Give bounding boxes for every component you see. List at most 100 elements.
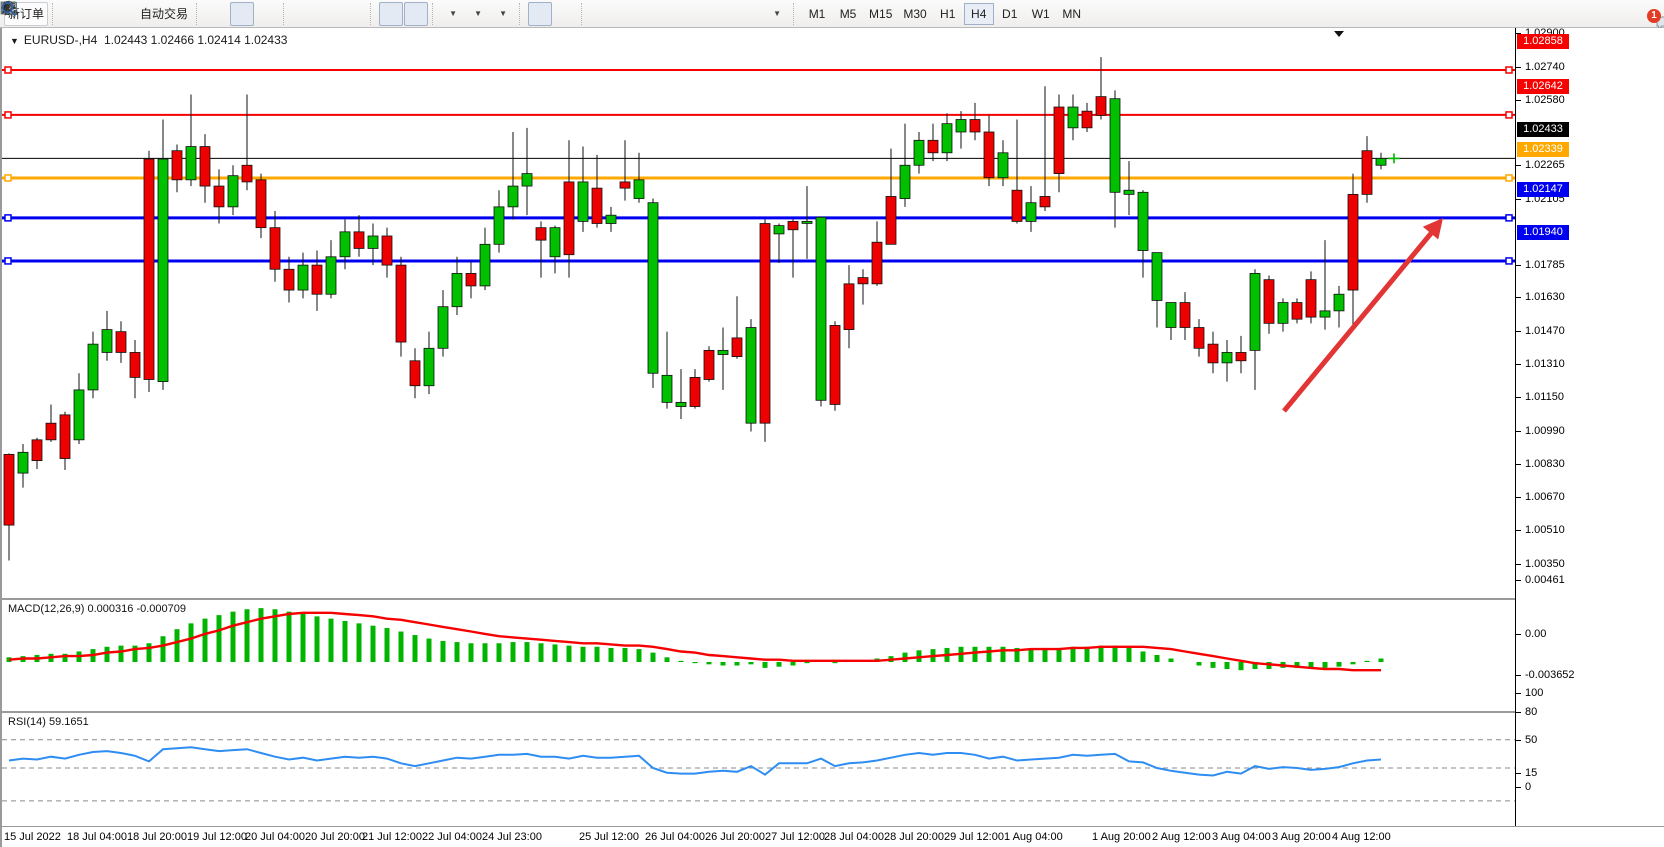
tick-mark	[1516, 740, 1521, 741]
scroll-end-marker[interactable]	[1334, 31, 1344, 37]
fibonacci-button[interactable]: F	[690, 2, 714, 26]
toolbar-separator	[432, 3, 437, 25]
arrows-caret-icon: ▼	[773, 9, 781, 18]
periods-button[interactable]: ▼	[466, 2, 490, 26]
tick-mark	[1516, 165, 1521, 166]
tick-mark	[1516, 397, 1521, 398]
chart-title: ▼EURUSD-,H4 1.02443 1.02466 1.02414 1.02…	[10, 33, 287, 47]
bar-chart-button[interactable]	[205, 2, 229, 26]
date-label: 19 Jul 12:00	[187, 831, 247, 843]
rsi-panel[interactable]	[2, 713, 1515, 824]
price-tick: 1.01310	[1525, 358, 1565, 370]
price-line-badge: 1.02642	[1517, 79, 1569, 94]
tick-mark	[1516, 431, 1521, 432]
cursor-button[interactable]	[528, 2, 552, 26]
trendline-button[interactable]	[640, 2, 664, 26]
macd-tick: 0.00	[1525, 628, 1546, 640]
timeframe-w1[interactable]: W1	[1026, 3, 1056, 25]
timeframe-m30[interactable]: M30	[898, 3, 931, 25]
rsi-label: RSI(14) 59.1651	[8, 716, 89, 728]
market-watch-button[interactable]	[86, 2, 110, 26]
autotrading-button[interactable]: 自动交易	[136, 2, 192, 26]
price-axis[interactable]: 1.029001.027401.025801.022651.021051.017…	[1515, 28, 1664, 826]
tick-mark	[1516, 712, 1521, 713]
date-label: 20 Jul 04:00	[245, 831, 305, 843]
tick-mark	[1516, 464, 1521, 465]
date-label: 18 Jul 04:00	[67, 831, 127, 843]
periods-caret-icon: ▼	[474, 9, 482, 18]
date-label: 18 Jul 20:00	[127, 831, 187, 843]
notification-badge: 1	[1647, 9, 1661, 23]
auto-scroll-button[interactable]	[379, 2, 403, 26]
toolbar-separator	[370, 3, 375, 25]
date-label: 25 Jul 12:00	[579, 831, 639, 843]
zoom-in-button[interactable]	[292, 2, 316, 26]
chart-shift-button[interactable]	[404, 2, 428, 26]
date-label: 1 Aug 04:00	[1004, 831, 1063, 843]
line-chart-button[interactable]	[255, 2, 279, 26]
toolbar-separator	[283, 3, 288, 25]
templates-caret-icon: ▼	[499, 9, 507, 18]
timeframe-m15[interactable]: M15	[864, 3, 897, 25]
tick-mark	[1516, 693, 1521, 694]
templates-button[interactable]: ▼	[491, 2, 515, 26]
date-label: 26 Jul 04:00	[645, 831, 705, 843]
tick-mark	[1516, 675, 1521, 676]
date-label: 15 Jul 2022	[4, 831, 61, 843]
date-label: 22 Jul 04:00	[422, 831, 482, 843]
date-axis[interactable]: 15 Jul 2022 18 Jul 04:0018 Jul 20:0019 Ju…	[2, 826, 1664, 847]
timeframe-h4[interactable]: H4	[964, 3, 994, 25]
price-tick: 1.02580	[1525, 94, 1565, 106]
macd-label: MACD(12,26,9) 0.000316 -0.000709	[8, 603, 186, 615]
main-chart[interactable]	[2, 28, 1515, 598]
tick-mark	[1516, 497, 1521, 498]
price-tick: 1.00990	[1525, 425, 1565, 437]
toolbar-separator	[581, 3, 586, 25]
toolbar-separator	[196, 3, 201, 25]
zoom-out-button[interactable]	[317, 2, 341, 26]
timeframe-m1[interactable]: M1	[802, 3, 832, 25]
rsi-tick: 15	[1525, 767, 1537, 779]
toolbar-separator	[52, 3, 57, 25]
main-toolbar: 新订单 自动交易 ▼ ▼	[0, 0, 1664, 28]
tick-mark	[1516, 564, 1521, 565]
macd-panel[interactable]	[2, 600, 1515, 711]
timeframe-mn[interactable]: MN	[1057, 3, 1087, 25]
date-label: 28 Jul 20:00	[884, 831, 944, 843]
hlines-layer	[2, 67, 1515, 264]
equidistant-channel-button[interactable]: E	[665, 2, 689, 26]
rsi-tick: 50	[1525, 734, 1537, 746]
tick-mark	[1516, 199, 1521, 200]
current-price-marker	[1388, 153, 1400, 163]
indicators-button[interactable]: ▼	[441, 2, 465, 26]
chart-dropdown-icon[interactable]: ▼	[10, 36, 19, 46]
tile-windows-button[interactable]	[342, 2, 366, 26]
timeframe-h1[interactable]: H1	[933, 3, 963, 25]
text-label-button[interactable]: T	[740, 2, 764, 26]
sounds-button[interactable]	[111, 2, 135, 26]
rsi-tick: 100	[1525, 687, 1543, 699]
date-label: 3 Aug 04:00	[1212, 831, 1271, 843]
horizontal-line-button[interactable]	[615, 2, 639, 26]
price-tick: 1.01470	[1525, 325, 1565, 337]
price-tick: 1.01630	[1525, 291, 1565, 303]
timeframe-d1[interactable]: D1	[995, 3, 1025, 25]
price-tick: 1.01150	[1525, 391, 1564, 403]
price-tick: 1.02740	[1525, 61, 1565, 73]
tick-mark	[1516, 265, 1521, 266]
timeframe-m5[interactable]: M5	[833, 3, 863, 25]
vertical-line-button[interactable]	[590, 2, 614, 26]
price-tick: 1.00350	[1525, 558, 1565, 570]
price-tick: 1.01785	[1525, 259, 1565, 271]
price-tick: 1.00830	[1525, 458, 1565, 470]
quotes-button[interactable]	[61, 2, 85, 26]
search-icon[interactable]	[0, 0, 18, 18]
toolbar-separator	[519, 3, 524, 25]
arrows-button[interactable]: ▼	[765, 2, 789, 26]
date-label: 1 Aug 20:00	[1092, 831, 1151, 843]
text-button[interactable]: A	[715, 2, 739, 26]
candlestick-chart-button[interactable]	[230, 2, 254, 26]
crosshair-button[interactable]	[553, 2, 577, 26]
date-label: 27 Jul 12:00	[765, 831, 825, 843]
macd-signal-line	[9, 613, 1381, 670]
